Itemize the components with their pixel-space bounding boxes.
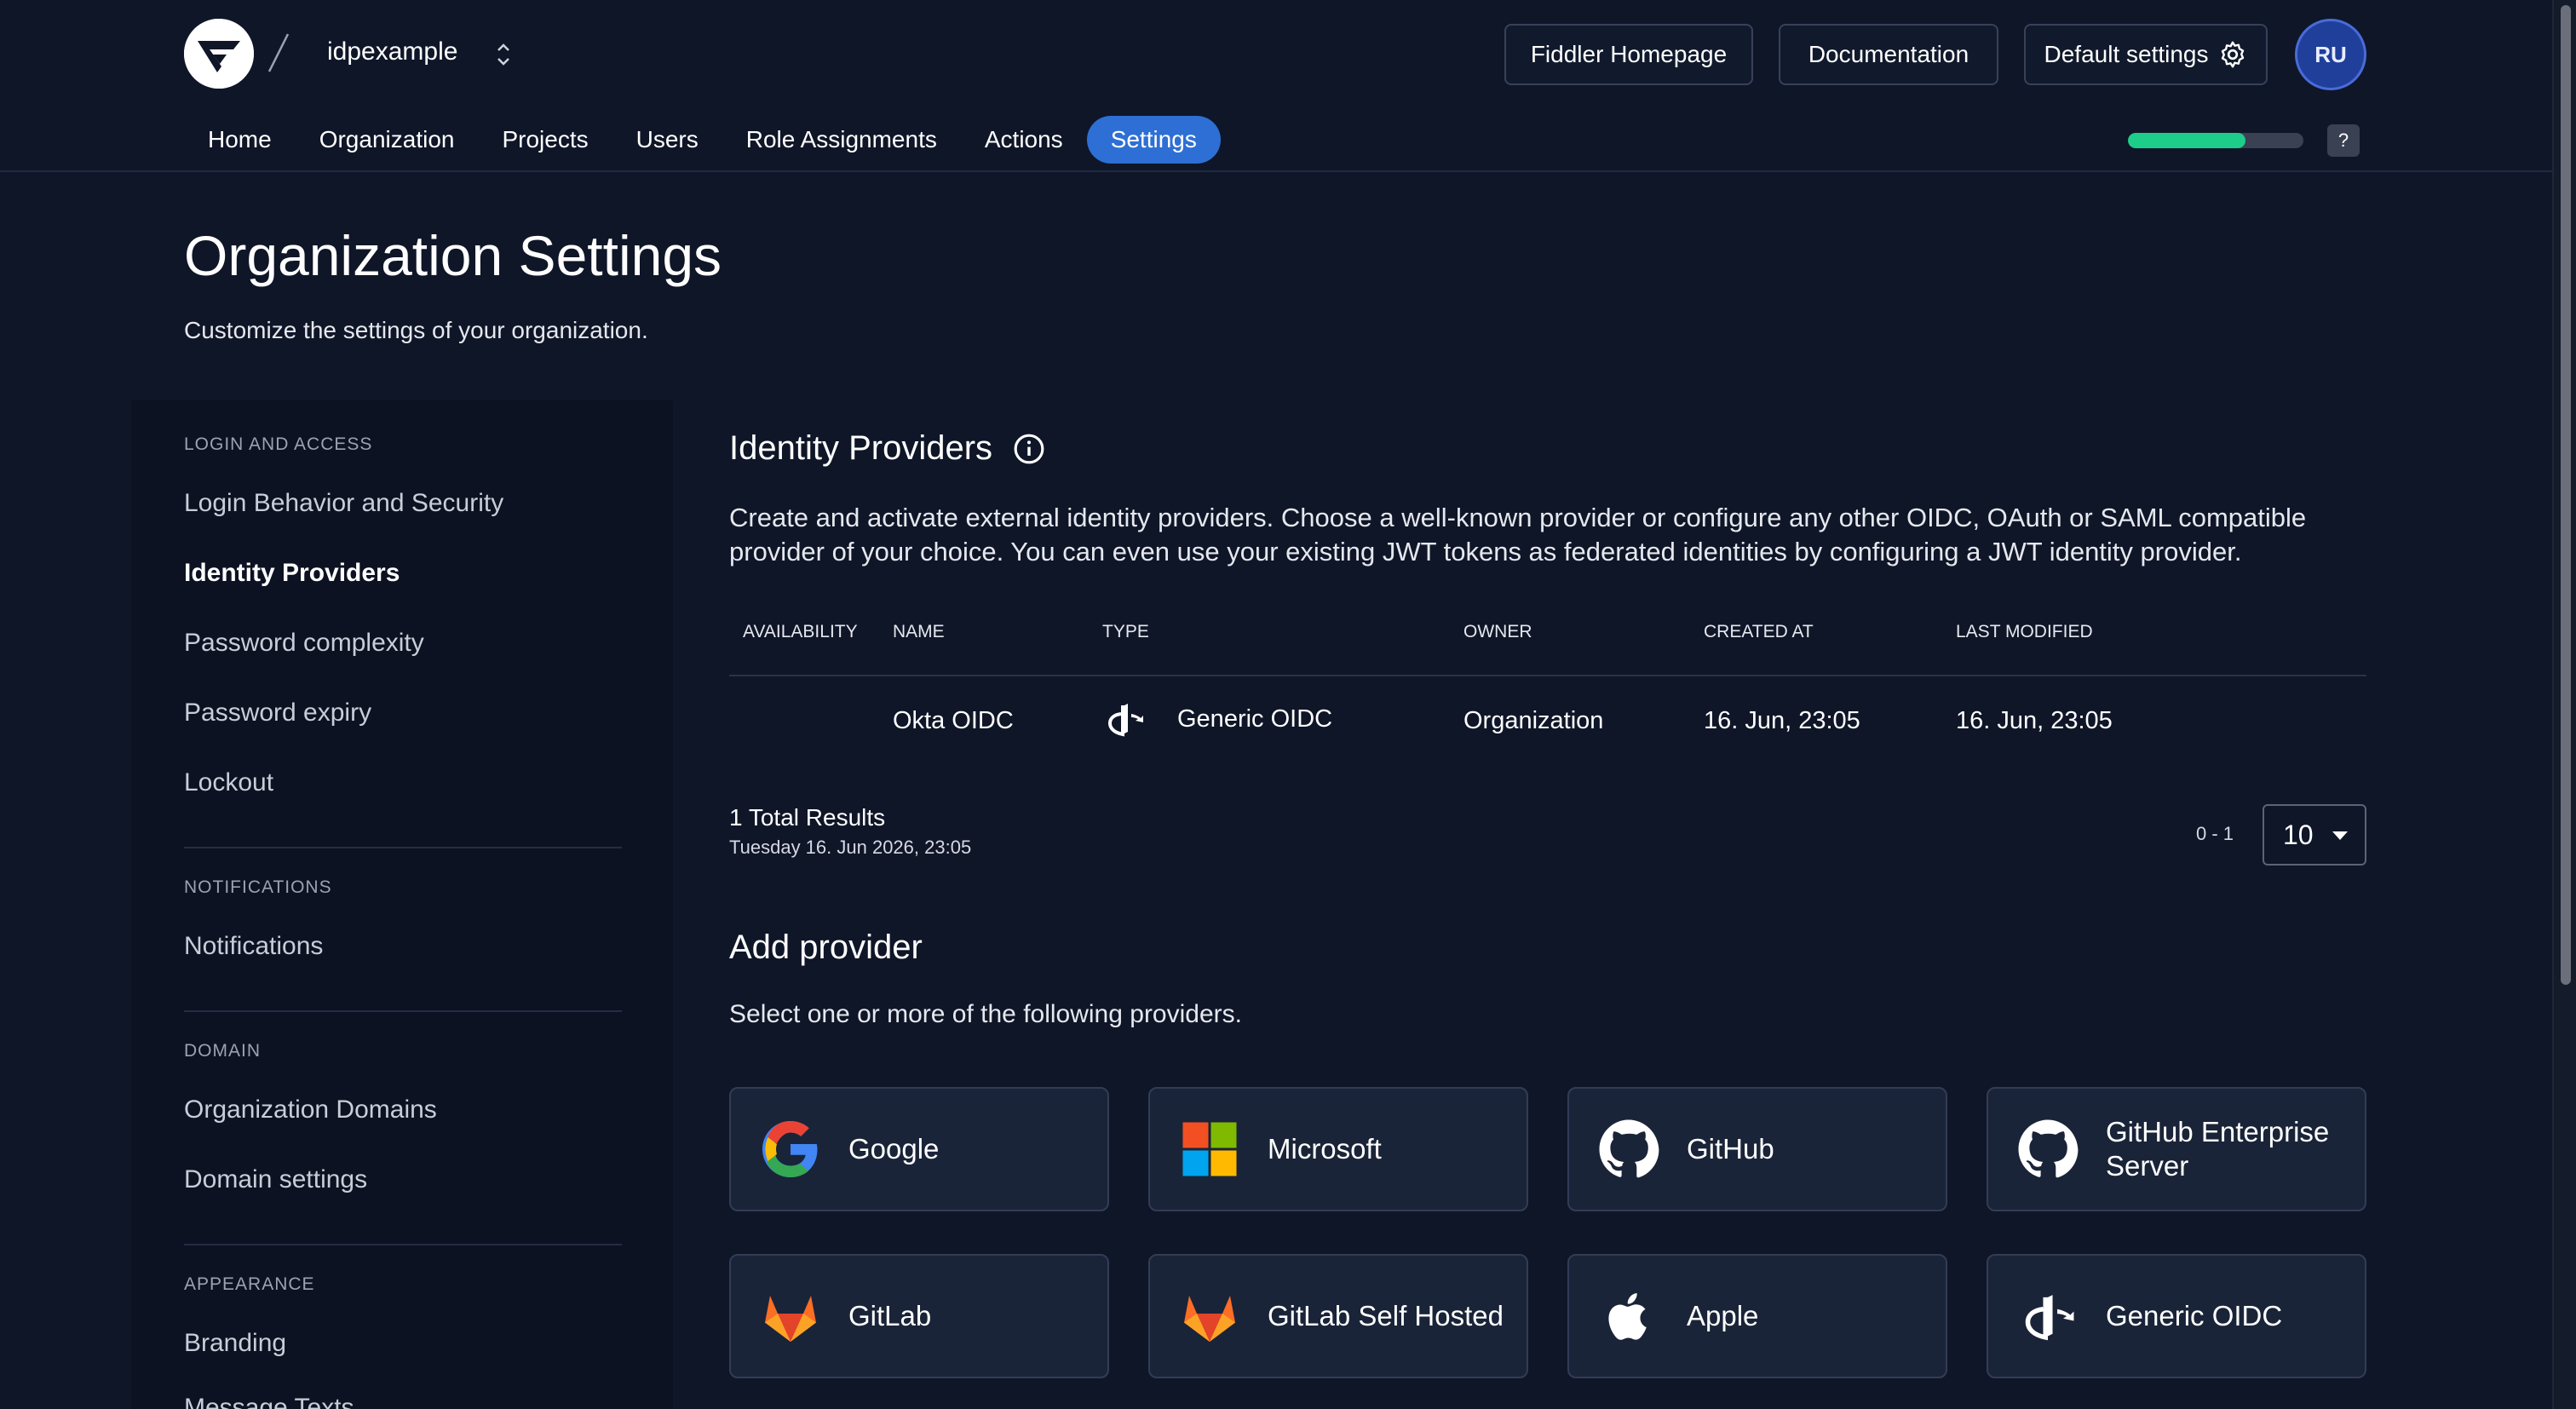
sidebar-section-notifications: NOTIFICATIONS (184, 877, 332, 897)
page-scrollbar[interactable] (2552, 0, 2576, 1409)
total-results: 1 Total Results (729, 804, 886, 831)
progress-fill (2128, 133, 2246, 148)
github-icon (1599, 1119, 1659, 1178)
results-timestamp: Tuesday 16. Jun 2026, 23:05 (729, 837, 972, 858)
provider-card-github-enterprise[interactable]: GitHub Enterprise Server (1987, 1087, 2366, 1211)
column-last-modified[interactable]: LAST MODIFIED (1956, 622, 2093, 642)
column-availability[interactable]: AVAILABILITY (743, 622, 858, 642)
settings-sidebar: LOGIN AND ACCESS Login Behavior and Secu… (131, 400, 673, 1409)
identity-providers-description: Create and activate external identity pr… (729, 503, 2307, 566)
identity-providers-heading: Identity Providers (729, 429, 993, 467)
provider-card-generic-oidc[interactable]: Generic OIDC (1987, 1254, 2366, 1378)
add-provider-title: Add provider (729, 929, 923, 966)
user-avatar[interactable]: RU (2295, 19, 2366, 90)
column-type[interactable]: TYPE (1102, 622, 1149, 642)
page-title: Organization Settings (184, 224, 722, 287)
provider-label: GitHub (1687, 1133, 1774, 1165)
sidebar-item-lockout[interactable]: Lockout (184, 768, 273, 797)
row-name[interactable]: Okta OIDC (893, 707, 1014, 735)
help-button[interactable]: ? (2327, 124, 2360, 157)
chevron-down-icon (2332, 831, 2348, 840)
gitlab-icon (1184, 1296, 1235, 1342)
github-icon (2018, 1119, 2079, 1178)
nav-home[interactable]: Home (184, 116, 296, 164)
sidebar-item-message-texts[interactable]: Message Texts (184, 1394, 354, 1409)
sidebar-divider (184, 847, 622, 848)
provider-card-github[interactable]: GitHub (1567, 1087, 1947, 1211)
pagination-range: 0 - 1 (2196, 823, 2234, 844)
column-owner[interactable]: OWNER (1463, 622, 1532, 642)
provider-label: GitLab Self Hosted (1268, 1300, 1504, 1331)
apple-icon (1608, 1293, 1647, 1340)
provider-card-microsoft[interactable]: Microsoft (1148, 1087, 1528, 1211)
provider-card-google[interactable]: Google (729, 1087, 1109, 1211)
chevron-up-down-icon[interactable] (491, 37, 516, 72)
column-created-at[interactable]: CREATED AT (1704, 622, 1814, 642)
provider-label: GitHub Enterprise Server (2106, 1116, 2330, 1182)
sidebar-item-branding[interactable]: Branding (184, 1329, 286, 1358)
scrollbar-thumb[interactable] (2561, 5, 2571, 985)
add-provider-subtitle: Select one or more of the following prov… (729, 1000, 1242, 1028)
provider-label: Google (848, 1133, 940, 1165)
provider-label: GitLab (848, 1300, 932, 1331)
sidebar-item-identity-providers[interactable]: Identity Providers (184, 559, 400, 588)
table-header-divider (729, 675, 2366, 676)
page-subtitle: Customize the settings of your organizat… (184, 317, 648, 343)
sidebar-section-domain: DOMAIN (184, 1041, 261, 1061)
nav-settings[interactable]: Settings (1086, 116, 1221, 164)
provider-card-apple[interactable]: Apple (1567, 1254, 1947, 1378)
sidebar-divider (184, 1244, 622, 1245)
sidebar-item-password-complexity[interactable]: Password complexity (184, 629, 424, 658)
sidebar-item-login-behavior[interactable]: Login Behavior and Security (184, 489, 503, 518)
main-nav: Home Organization Projects Users Role As… (184, 116, 1221, 164)
provider-card-gitlab[interactable]: GitLab (729, 1254, 1109, 1378)
page-size-select[interactable]: 10 (2263, 804, 2366, 866)
nav-users[interactable]: Users (612, 116, 722, 164)
provider-label: Microsoft (1268, 1133, 1382, 1165)
provider-label: Apple (1687, 1300, 1759, 1331)
breadcrumb-separator-icon (267, 33, 290, 72)
sidebar-divider (184, 1010, 622, 1012)
gitlab-icon (765, 1296, 816, 1342)
sidebar-section-appearance: APPEARANCE (184, 1274, 315, 1294)
row-created-at: 16. Jun, 23:05 (1704, 707, 1860, 734)
default-settings-label: Default settings (2044, 41, 2209, 67)
sidebar-item-organization-domains[interactable]: Organization Domains (184, 1096, 437, 1124)
page-size-value: 10 (2283, 819, 2314, 850)
sidebar-section-login-access: LOGIN AND ACCESS (184, 434, 373, 454)
identity-providers-title: Identity Providers (729, 429, 1045, 468)
openid-icon (2025, 1295, 2074, 1341)
provider-card-gitlab-self-hosted[interactable]: GitLab Self Hosted (1148, 1254, 1528, 1378)
nav-actions[interactable]: Actions (961, 116, 1087, 164)
gear-icon (2221, 41, 2244, 68)
org-switcher-label[interactable]: idpexample (327, 37, 457, 66)
onboarding-progress-bar[interactable] (2128, 133, 2303, 148)
openid-icon (1107, 704, 1143, 737)
sidebar-item-notifications[interactable]: Notifications (184, 932, 323, 961)
top-header: idpexample Fiddler Homepage Documentatio… (0, 0, 2576, 172)
row-type: Generic OIDC (1102, 697, 1332, 741)
fiddler-homepage-button[interactable]: Fiddler Homepage (1504, 24, 1753, 85)
google-icon (762, 1121, 818, 1177)
column-name[interactable]: NAME (893, 622, 945, 642)
nav-organization[interactable]: Organization (296, 116, 479, 164)
nav-projects[interactable]: Projects (478, 116, 612, 164)
provider-label: Generic OIDC (2106, 1300, 2283, 1331)
row-type-label: Generic OIDC (1177, 704, 1333, 733)
nav-role-assignments[interactable]: Role Assignments (722, 116, 961, 164)
sidebar-item-domain-settings[interactable]: Domain settings (184, 1165, 367, 1194)
microsoft-icon (1182, 1122, 1237, 1176)
info-icon[interactable] (1013, 433, 1045, 465)
sidebar-item-password-expiry[interactable]: Password expiry (184, 699, 371, 728)
row-owner: Organization (1463, 707, 1604, 734)
row-last-modified: 16. Jun, 23:05 (1956, 707, 2113, 734)
app-logo-icon[interactable] (184, 19, 254, 89)
default-settings-button[interactable]: Default settings (2024, 24, 2268, 85)
documentation-button[interactable]: Documentation (1779, 24, 1998, 85)
